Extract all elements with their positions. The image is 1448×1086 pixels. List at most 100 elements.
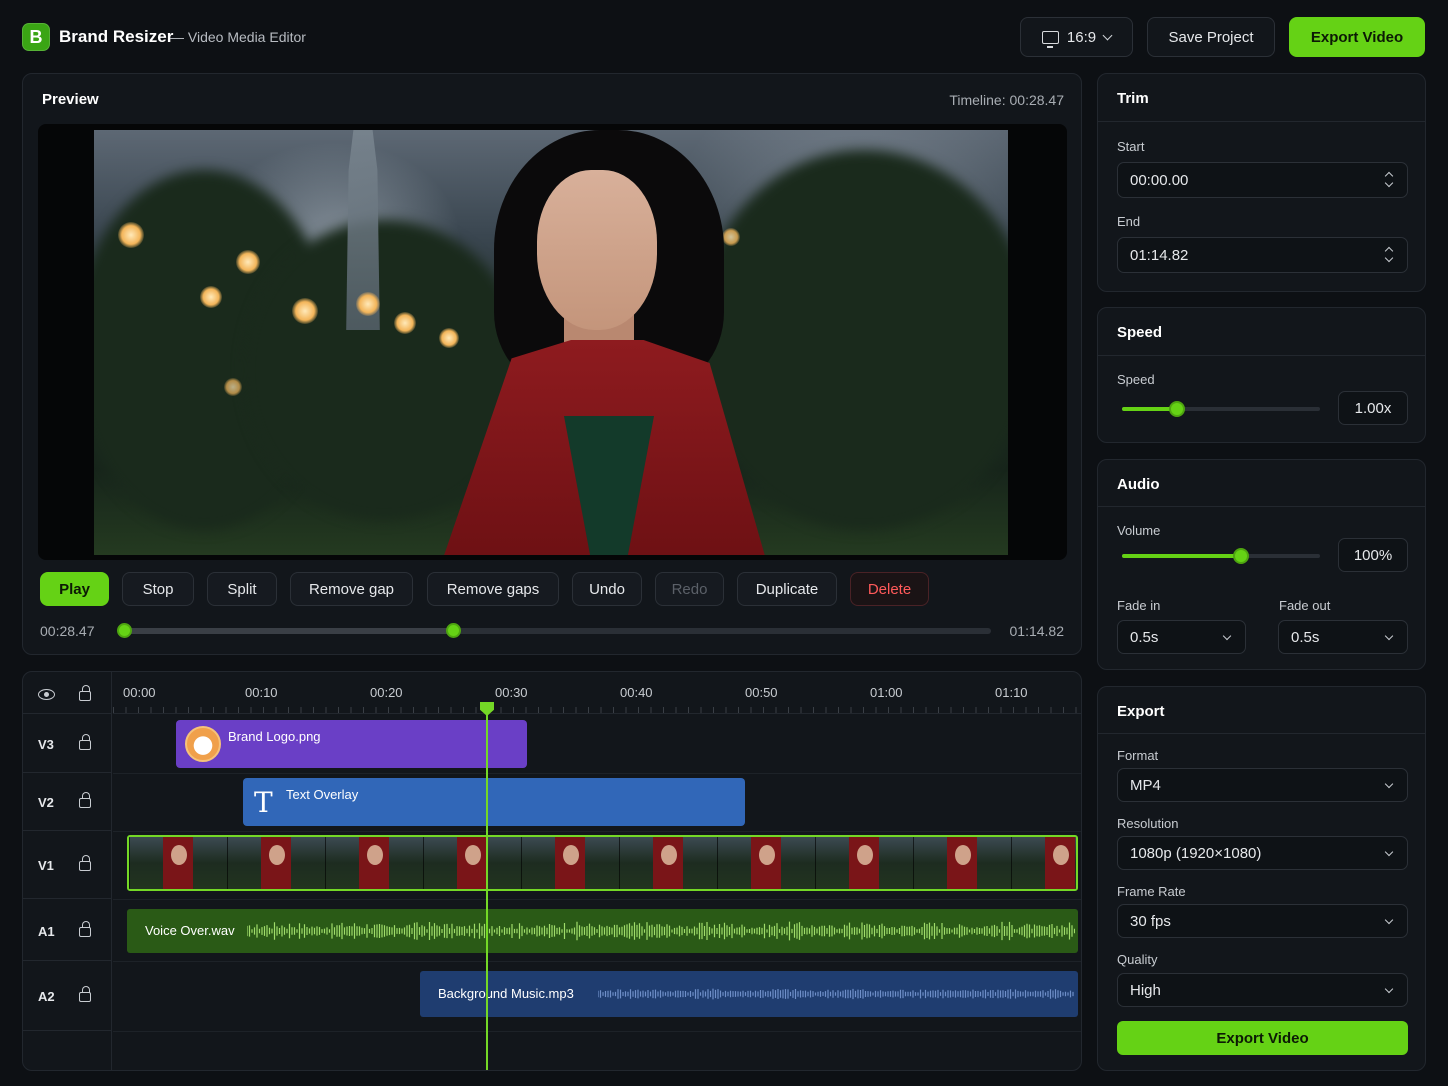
fade-in-label: Fade in [1117,598,1161,613]
volume-label: Volume [1117,523,1161,538]
export-video-panel-button[interactable]: Export Video [1117,1021,1408,1055]
clip-text-overlay[interactable]: T Text Overlay [243,778,745,826]
trim-end-value: 01:14.82 [1130,246,1189,264]
text-icon: T [254,786,273,819]
speed-value-input[interactable]: 1.00x [1338,391,1408,425]
fade-out-select[interactable]: 0.5s [1278,620,1408,654]
track-header-a2: A2 [23,961,112,1031]
resolution-select[interactable]: 1080p (1920×1080) [1117,836,1408,870]
clip-main-video[interactable] [127,835,1078,891]
video-filmstrip [129,837,1076,889]
trim-start-input[interactable]: 00:00.00 [1117,162,1408,198]
quality-value: High [1130,981,1161,999]
ruler-tick-label: 00:50 [745,685,778,700]
quality-select[interactable]: High [1117,973,1408,1007]
filmstrip-frame [367,845,383,865]
remove-gaps-button[interactable]: Remove gaps [427,572,559,606]
scrub-end-time: 01:14.82 [1009,623,1065,639]
track-header-a1: A1 [23,899,112,961]
clip-brand-logo[interactable]: Brand Logo.png [176,720,527,768]
app-header: B Brand Resizer — Video Media Editor 16:… [0,0,1448,72]
spinner-icon[interactable] [1385,172,1393,188]
timeline-ruler[interactable]: 00:00 00:10 00:20 00:30 00:40 00:50 01:0… [113,672,1081,714]
speed-label: Speed [1117,372,1155,387]
volume-slider-knob[interactable] [1233,548,1249,564]
quality-label: Quality [1117,952,1158,967]
lock-icon[interactable] [79,734,91,750]
split-button[interactable]: Split [207,572,277,606]
playhead-line[interactable] [486,708,488,1070]
clip-label: Background Music.mp3 [438,986,574,1001]
app-title: Brand Resizer [59,27,174,46]
redo-button[interactable]: Redo [655,572,724,606]
speed-slider[interactable] [1122,401,1320,417]
audio-title: Audio [1117,476,1160,493]
scrubber-fill [123,628,453,634]
track-header-v1: V1 [23,831,112,899]
volume-slider[interactable] [1122,548,1320,564]
lock-icon[interactable] [79,685,91,701]
clip-voice-over[interactable]: Voice Over.wav [127,909,1078,953]
undo-button[interactable]: Undo [572,572,642,606]
delete-button[interactable]: Delete [850,572,929,606]
chevron-down-icon [1384,915,1394,925]
volume-value-input[interactable]: 100% [1338,538,1408,572]
filmstrip-frame [857,845,873,865]
aspect-ratio-dropdown[interactable]: 16:9 [1020,17,1133,57]
speed-slider-knob[interactable] [1169,401,1185,417]
filmstrip-frame [661,845,677,865]
chevron-down-icon [1384,847,1394,857]
lock-icon[interactable] [79,921,91,937]
brand-logo-thumbnail [185,726,221,762]
clip-background-music[interactable]: Background Music.mp3 [420,971,1078,1017]
stop-button[interactable]: Stop [122,572,194,606]
filmstrip-frame [1053,845,1069,865]
resolution-label: Resolution [1117,816,1179,831]
scrubber-in-handle[interactable] [117,623,132,638]
background-music-waveform [598,988,1074,1000]
lock-icon[interactable] [79,792,91,808]
trim-end-input[interactable]: 01:14.82 [1117,237,1408,273]
frame-rate-value: 30 fps [1130,912,1171,930]
scrubber-playhead-handle[interactable] [446,623,461,638]
filmstrip-frame [955,845,971,865]
fade-in-value: 0.5s [1130,628,1159,646]
lock-icon[interactable] [79,855,91,871]
filmstrip-frame [563,845,579,865]
fade-in-select[interactable]: 0.5s [1117,620,1246,654]
ruler-tick-label: 00:00 [123,685,156,700]
filmstrip-frame [171,845,187,865]
video-viewer[interactable] [38,124,1067,560]
chevron-down-icon [1102,30,1113,40]
speed-title: Speed [1117,324,1163,341]
track-name: V1 [38,858,54,873]
filmstrip-frame [759,845,775,865]
clip-label: Text Overlay [286,787,359,802]
aspect-ratio-value: 16:9 [1066,28,1097,46]
track-header-column: V3 V2 V1 A1 A2 [23,672,112,1070]
spinner-icon[interactable] [1385,247,1393,263]
ruler-tick-label: 00:40 [620,685,653,700]
export-panel: Export Format MP4 Resolution 1080p (1920… [1097,686,1426,1071]
format-select[interactable]: MP4 [1117,768,1408,802]
resolution-value: 1080p (1920×1080) [1130,844,1262,862]
track-name: V2 [38,795,54,810]
track-name: V3 [38,737,54,752]
filmstrip-frame [269,845,285,865]
export-video-button[interactable]: Export Video [1289,17,1425,57]
export-title: Export [1117,703,1165,720]
eye-icon[interactable] [38,689,55,700]
video-frame [94,130,1008,555]
frame-rate-select[interactable]: 30 fps [1117,904,1408,938]
start-label: Start [1117,139,1145,154]
lock-icon[interactable] [79,986,91,1002]
track-name: A2 [38,989,55,1004]
ruler-tick-label: 01:00 [870,685,903,700]
play-button[interactable]: Play [40,572,109,606]
scrubber-track[interactable] [117,623,991,638]
remove-gap-button[interactable]: Remove gap [290,572,413,606]
duplicate-button[interactable]: Duplicate [737,572,837,606]
chevron-down-icon [1384,984,1394,994]
trim-title: Trim [1117,90,1149,107]
save-project-button[interactable]: Save Project [1147,17,1275,57]
